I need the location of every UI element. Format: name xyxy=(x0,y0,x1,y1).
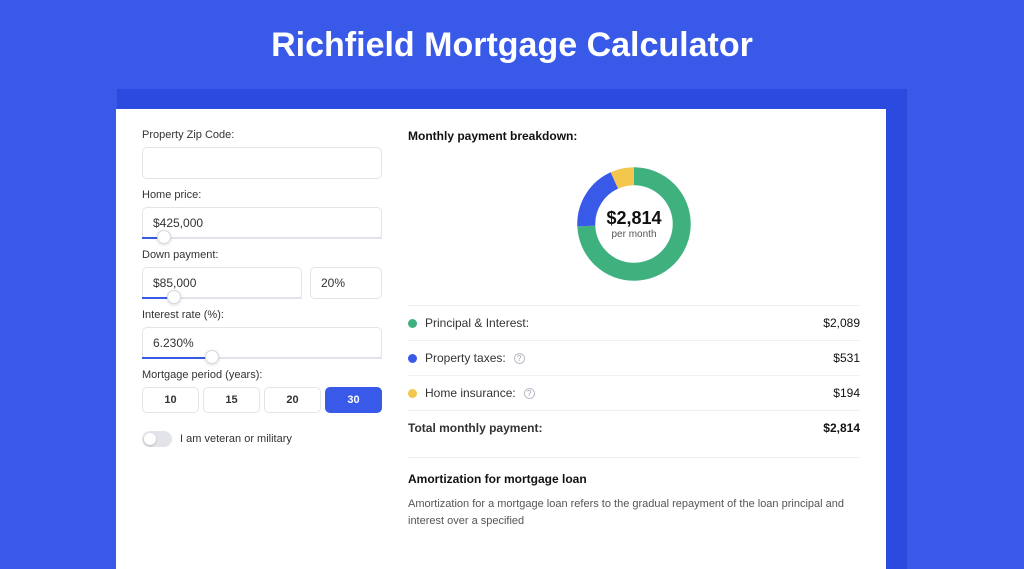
veteran-toggle[interactable] xyxy=(142,431,172,447)
dot-icon xyxy=(408,354,417,363)
line-value: $531 xyxy=(833,351,860,365)
interest-input[interactable] xyxy=(142,327,382,359)
down-payment-wrap xyxy=(142,267,302,299)
home-price-slider[interactable] xyxy=(142,237,382,239)
breakdown-column: Monthly payment breakdown: $2,814 per mo… xyxy=(408,129,860,529)
home-price-wrap xyxy=(142,207,382,239)
line-principal: Principal & Interest: $2,089 xyxy=(408,305,860,340)
form-column: Property Zip Code: Home price: Down paym… xyxy=(142,129,382,529)
line-label: Property taxes: xyxy=(425,351,506,365)
help-icon[interactable]: ? xyxy=(524,388,535,399)
period-group: 10 15 20 30 xyxy=(142,387,382,413)
interest-wrap xyxy=(142,327,382,359)
down-payment-label: Down payment: xyxy=(142,249,382,261)
slider-thumb-icon[interactable] xyxy=(205,350,219,364)
line-total: Total monthly payment: $2,814 xyxy=(408,410,860,445)
line-insurance: Home insurance: ? $194 xyxy=(408,375,860,410)
period-btn-30[interactable]: 30 xyxy=(325,387,382,413)
total-value: $2,814 xyxy=(823,421,860,435)
slider-thumb-icon[interactable] xyxy=(167,290,181,304)
amortization-text: Amortization for a mortgage loan refers … xyxy=(408,496,860,529)
home-price-input[interactable] xyxy=(142,207,382,239)
down-payment-pct-input[interactable] xyxy=(310,267,382,299)
slider-thumb-icon[interactable] xyxy=(157,230,171,244)
dot-icon xyxy=(408,389,417,398)
dot-icon xyxy=(408,319,417,328)
zip-label: Property Zip Code: xyxy=(142,129,382,141)
calculator-card: Property Zip Code: Home price: Down paym… xyxy=(116,109,886,569)
donut-center: $2,814 per month xyxy=(571,161,697,287)
period-btn-20[interactable]: 20 xyxy=(264,387,321,413)
home-price-label: Home price: xyxy=(142,189,382,201)
zip-input[interactable] xyxy=(142,147,382,179)
donut-sub: per month xyxy=(611,229,656,240)
breakdown-heading: Monthly payment breakdown: xyxy=(408,129,860,143)
period-btn-10[interactable]: 10 xyxy=(142,387,199,413)
amortization-title: Amortization for mortgage loan xyxy=(408,472,860,486)
total-label: Total monthly payment: xyxy=(408,421,542,435)
line-value: $194 xyxy=(833,386,860,400)
veteran-row: I am veteran or military xyxy=(142,431,382,447)
donut-amount: $2,814 xyxy=(606,208,661,229)
down-payment-input[interactable] xyxy=(142,267,302,299)
period-btn-15[interactable]: 15 xyxy=(203,387,260,413)
period-label: Mortgage period (years): xyxy=(142,369,382,381)
line-label: Principal & Interest: xyxy=(425,316,529,330)
veteran-label: I am veteran or military xyxy=(180,433,292,445)
page-title: Richfield Mortgage Calculator xyxy=(0,0,1024,89)
help-icon[interactable]: ? xyxy=(514,353,525,364)
payment-donut-chart: $2,814 per month xyxy=(571,161,697,287)
interest-slider[interactable] xyxy=(142,357,382,359)
down-payment-slider[interactable] xyxy=(142,297,302,299)
line-value: $2,089 xyxy=(823,316,860,330)
interest-label: Interest rate (%): xyxy=(142,309,382,321)
line-label: Home insurance: xyxy=(425,386,516,400)
donut-wrap: $2,814 per month xyxy=(408,153,860,305)
line-taxes: Property taxes: ? $531 xyxy=(408,340,860,375)
content-band: Property Zip Code: Home price: Down paym… xyxy=(117,89,907,569)
amortization-section: Amortization for mortgage loan Amortizat… xyxy=(408,457,860,529)
